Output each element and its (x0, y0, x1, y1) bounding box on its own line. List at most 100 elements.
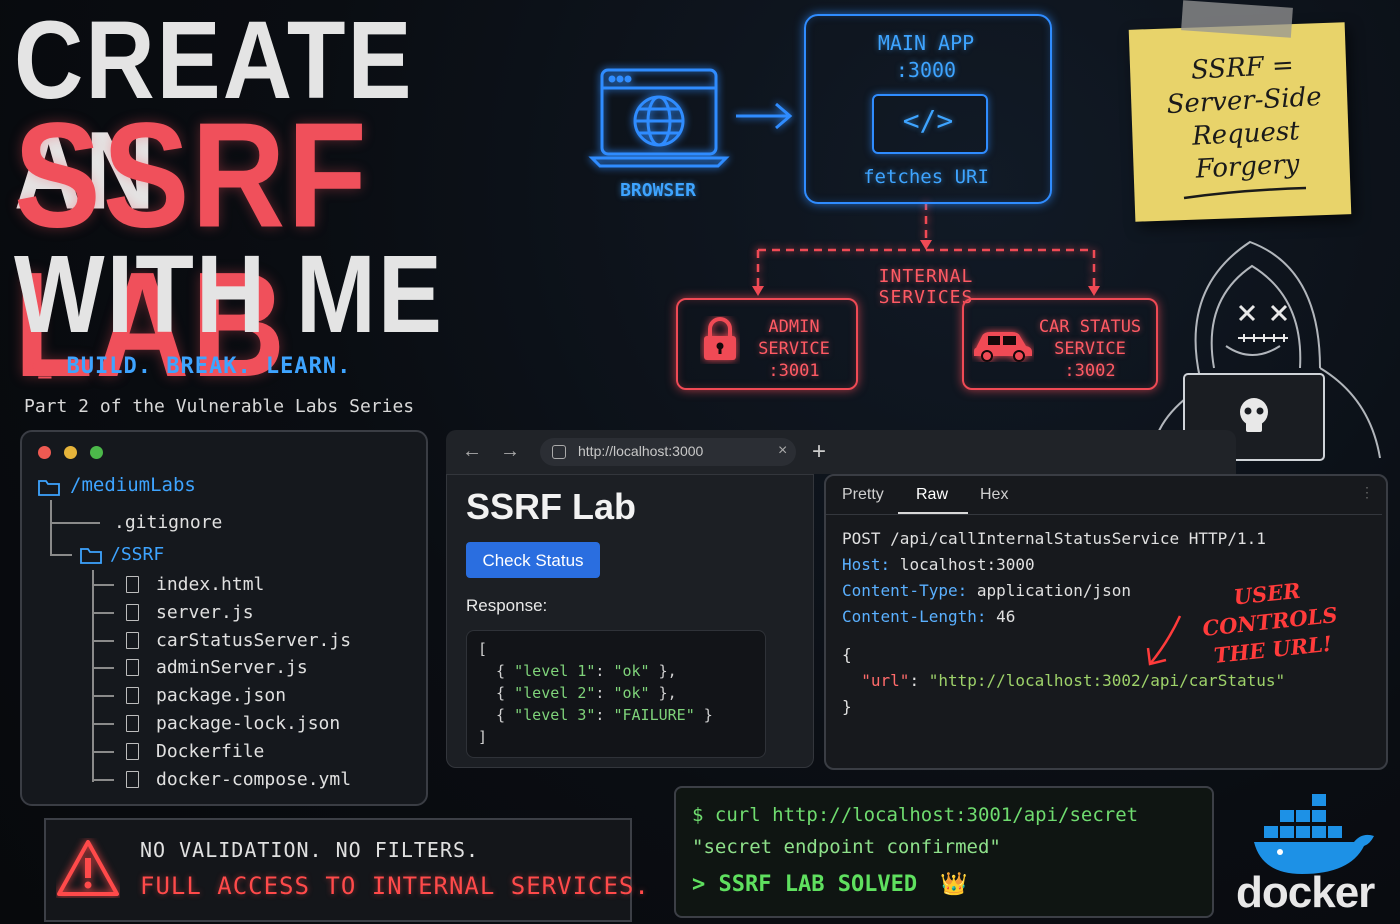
tree-guide (92, 639, 114, 642)
response-open-bracket: [ (478, 640, 488, 658)
tagline-text: BUILD. BREAK. LEARN. (66, 354, 352, 379)
response-row-close: }, (649, 662, 677, 680)
tree-file-item[interactable]: docker-compose.yml (156, 769, 351, 790)
main-app-port: :3000 (895, 58, 957, 82)
warning-box (44, 818, 632, 922)
tab-raw[interactable]: Raw (916, 486, 948, 504)
main-app-name: MAIN APP (877, 31, 975, 55)
response-value: "ok" (613, 684, 650, 702)
tab-hex[interactable]: Hex (980, 486, 1008, 504)
tree-item-gitignore[interactable]: .gitignore (114, 512, 222, 533)
response-label: Response: (466, 596, 548, 615)
body-url-line: "url": "http://localhost:3002/api/carSta… (861, 671, 1286, 690)
folder-icon (38, 480, 60, 496)
x-eyes-icon (1238, 304, 1288, 322)
header-value: localhost:3000 (890, 555, 1035, 574)
url-text[interactable]: http://localhost:3000 (578, 443, 703, 459)
arrow-icon (736, 102, 793, 130)
header-key: Host: (842, 555, 891, 574)
back-arrow-icon[interactable]: ← (462, 440, 482, 463)
header-key: Content-Type: (842, 581, 968, 600)
folder-icon (80, 548, 102, 564)
tree-file-item[interactable]: package.json (156, 685, 286, 706)
close-tab-icon[interactable]: × (778, 442, 787, 460)
tree-file-item[interactable]: adminServer.js (156, 657, 308, 678)
forward-arrow-icon[interactable]: → (500, 440, 520, 463)
file-icon (126, 659, 139, 677)
terminal-solved: > SSRF LAB SOLVED 👑 (692, 872, 968, 897)
body-close-brace: } (842, 697, 852, 716)
file-icon (126, 742, 139, 760)
underline-scribble (1183, 186, 1307, 200)
terminal-command: $ curl http://localhost:3001/api/secret (692, 804, 1139, 826)
file-icon (126, 603, 139, 621)
header-value: application/json (967, 581, 1131, 600)
terminal-solved-text: > SSRF LAB SOLVED (692, 872, 918, 897)
response-value: "FAILURE" (613, 706, 695, 724)
car-port: :3002 (1064, 361, 1116, 381)
response-row: { "level 3": "FAILURE" } (478, 706, 713, 724)
browser-laptop-icon (588, 68, 730, 168)
admin-port: :3001 (768, 361, 820, 381)
tree-guide (92, 667, 114, 670)
new-tab-icon[interactable]: + (812, 438, 826, 466)
subtitle: Part 2 of the Vulnerable Labs Series (24, 396, 415, 417)
warning-line2: FULL ACCESS TO INTERNAL SERVICES. (140, 872, 650, 900)
tree-guide (92, 611, 114, 614)
minimize-window-dot[interactable] (64, 446, 77, 459)
check-status-button[interactable]: Check Status (466, 542, 600, 578)
lock-icon (704, 317, 736, 360)
response-content: [ { "level 1": "ok" }, { "level 2": "ok"… (478, 638, 713, 748)
hero-title-line3: WITH ME (14, 233, 444, 357)
response-rows: { "level 1": "ok" }, { "level 2": "ok" }… (478, 660, 713, 726)
body-key: "url" (861, 671, 910, 690)
docker-wordmark: docker (1236, 868, 1375, 917)
close-window-dot[interactable] (38, 446, 51, 459)
response-key: "level 3" (514, 706, 596, 724)
response-row-close: }, (649, 684, 677, 702)
file-icon (126, 715, 139, 732)
terminal-prompt-icon: >_ (24, 354, 53, 379)
header-key: Content-Length: (842, 607, 987, 626)
file-icon (126, 770, 139, 788)
tree-root-folder[interactable]: /mediumLabs (70, 474, 196, 496)
car-service-label: CAR STATUS SERVICE :3002 (1034, 316, 1146, 382)
file-icon (126, 631, 139, 649)
response-key: "level 1" (514, 662, 596, 680)
tree-file-item[interactable]: server.js (156, 602, 254, 623)
tree-file-item[interactable]: carStatusServer.js (156, 630, 351, 651)
maximize-window-dot[interactable] (90, 446, 103, 459)
browser-label: BROWSER (620, 180, 696, 201)
admin-service-word: SERVICE (758, 339, 830, 359)
tab-pretty[interactable]: Pretty (842, 486, 884, 504)
request-line: POST /api/callInternalStatusService HTTP… (842, 529, 1266, 548)
page-info-icon[interactable] (552, 445, 566, 459)
request-header: Host: localhost:3000 (842, 552, 1285, 578)
tree-folder-ssrf[interactable]: /SSRF (110, 544, 164, 565)
body-value: "http://localhost:3002/api/carStatus" (928, 671, 1286, 690)
crown-icon: 👑 (940, 872, 968, 897)
file-icon (126, 687, 139, 705)
tree-file-item[interactable]: Dockerfile (156, 741, 264, 762)
divider (826, 514, 1382, 515)
main-app-title: MAIN APP :3000 (804, 30, 1048, 84)
docker-whale-icon (1254, 794, 1374, 874)
warning-icon (57, 840, 119, 896)
tree-guide (50, 554, 72, 556)
tagline: >_ BUILD. BREAK. LEARN. (24, 354, 351, 379)
sticky-note-text: SSRF = Server-Side Request Forgery (1147, 47, 1344, 189)
header-value: 46 (986, 607, 1016, 626)
tree-guide (92, 778, 114, 781)
tree-file-item[interactable]: package-lock.json (156, 713, 340, 734)
car-icon (974, 332, 1032, 362)
annotation-arrow-icon (1146, 615, 1182, 666)
html-file-icon (126, 576, 139, 593)
more-options-icon[interactable]: ⋮ (1360, 484, 1374, 501)
tree-guide (92, 584, 114, 586)
code-icon: </> (902, 104, 954, 137)
tree-file-item[interactable]: index.html (156, 574, 264, 595)
tree-guide (92, 723, 114, 725)
terminal-output: "secret endpoint confirmed" (692, 836, 1001, 858)
response-row: { "level 1": "ok" }, (478, 662, 677, 680)
admin-service-label: ADMIN SERVICE :3001 (746, 316, 842, 382)
